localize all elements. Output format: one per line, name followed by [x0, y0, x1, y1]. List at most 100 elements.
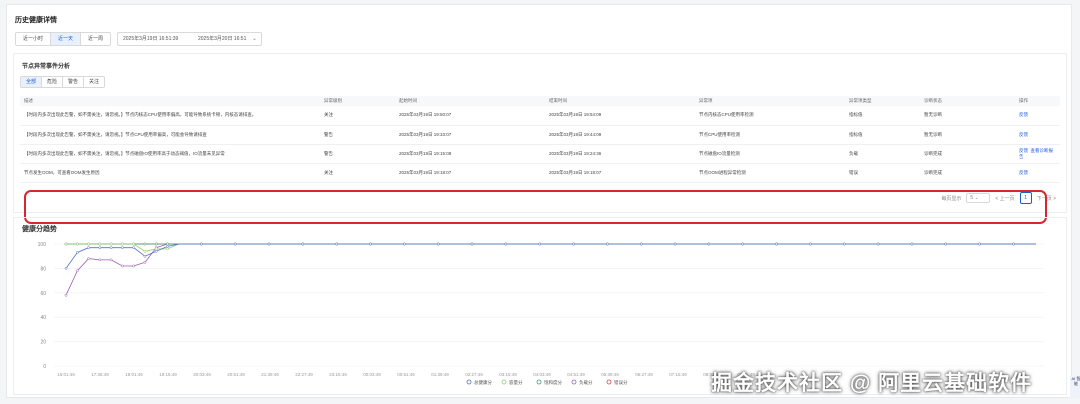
data-point: [842, 242, 846, 246]
data-point: [538, 242, 542, 246]
cell-status: 诊断完成: [920, 163, 1015, 183]
data-point: [436, 242, 440, 246]
data-point: [154, 247, 158, 251]
col-end: 结束时间: [545, 96, 695, 106]
feedback-link[interactable]: 反馈: [1019, 148, 1028, 153]
data-point: [143, 260, 147, 264]
data-point: [673, 242, 677, 246]
events-card: 节点异常事件分析 全部 危险 警告 关注 描述 异常级别 起始时间 结束时间 异…: [13, 53, 1067, 224]
data-point: [741, 242, 745, 246]
data-point: [978, 242, 981, 246]
data-point: [504, 242, 508, 246]
col-ops: 操作: [1015, 96, 1060, 106]
cell-type: 指标值: [845, 125, 920, 145]
data-point: [75, 242, 79, 246]
data-point: [369, 242, 372, 246]
y-tick-label: 80: [40, 266, 46, 272]
data-point: [109, 246, 113, 250]
cell-status: 诊断完成: [920, 144, 1015, 164]
x-tick-label: 22:27:49: [295, 372, 313, 377]
y-tick-label: 40: [40, 315, 46, 321]
data-point: [707, 242, 711, 246]
data-point: [335, 242, 339, 246]
data-point: [121, 246, 124, 250]
cell-end: 2025年03月19日 19:54:09: [545, 106, 695, 126]
y-tick-label: 20: [40, 340, 46, 346]
legend-marker: [466, 379, 472, 385]
data-point: [75, 251, 79, 254]
x-tick-label: 20:51:49: [227, 372, 245, 377]
x-tick-label: 03:15:49: [499, 372, 517, 377]
cell-status: 暂无诊断: [920, 106, 1015, 126]
tab-last-hour[interactable]: 近一小时: [16, 33, 52, 45]
filter-attention[interactable]: 关注: [84, 77, 105, 87]
table-row: 【时段内多次出现此告警，如不需关注，请忽视。】节点CPU使用率偏高，可能会导致请…: [20, 125, 1060, 145]
data-point: [75, 269, 79, 273]
y-tick-label: 100: [38, 242, 47, 248]
feedback-link[interactable]: 反馈: [1015, 106, 1060, 126]
cell-level: 关注: [320, 106, 395, 126]
legend-label: 错误分: [614, 379, 628, 386]
ai-assistant-badge[interactable]: AI 智能: [1070, 376, 1080, 398]
cell-start: 2025年03月19日 19:15:08: [395, 144, 545, 164]
data-point: [87, 246, 90, 250]
data-point: [109, 242, 113, 246]
cell-desc: 【时段内多次出现此告警，如不需关注，请忽视。】节点内核态CPU使用率偏高，可能导…: [20, 106, 320, 126]
x-tick-label: 21:39:49: [261, 372, 279, 377]
x-tick-label: 19:15:49: [159, 372, 177, 377]
data-point: [267, 242, 271, 246]
data-point: [87, 242, 90, 246]
legend-label: 饱和度分: [544, 379, 562, 386]
feedback-link[interactable]: 反馈: [1015, 125, 1060, 145]
feedback-link[interactable]: 反馈: [1015, 163, 1060, 183]
filter-all[interactable]: 全部: [21, 77, 43, 87]
data-point: [301, 242, 305, 246]
cell-start: 2025年03月19日 19:50:07: [395, 106, 545, 126]
date-end: 2025年3月20日 16:51: [198, 36, 247, 42]
data-point: [606, 242, 609, 246]
data-point: [98, 258, 102, 262]
table-row: 【时段内多次出现此告警，如不需关注，请忽视。】节点内核态CPU使用率偏高，可能导…: [20, 106, 1060, 126]
data-point: [87, 257, 90, 260]
data-point: [121, 242, 124, 246]
events-title: 节点异常事件分析: [22, 64, 71, 70]
data-point: [143, 254, 147, 258]
legend-marker: [501, 379, 507, 385]
data-point: [166, 242, 169, 246]
y-tick-label: 0: [43, 364, 46, 370]
data-point: [143, 242, 147, 246]
x-tick-label: 07:15:49: [669, 372, 687, 377]
y-tick-label: 60: [40, 291, 46, 297]
cell-start: 2025年03月19日 19:33:07: [395, 125, 545, 145]
series-line: [65, 243, 1036, 269]
cell-desc: 节点发生OOM，可查看OOM发生原因: [20, 163, 320, 183]
col-level: 异常级别: [320, 96, 395, 106]
filter-warning[interactable]: 警告: [63, 77, 85, 87]
data-point: [470, 242, 474, 246]
table-row: 【时段内多次出现此告警，如不需关注，请忽视。】节点磁盘IO使用率高于动态阈值，I…: [20, 144, 1060, 164]
watermark: 掘金技术社区 @ 阿里云基础软件: [711, 372, 1033, 395]
cell-item: 节点OOM进程异常检测: [695, 163, 845, 183]
legend-marker: [571, 379, 577, 385]
data-point: [944, 242, 948, 246]
cell-type: 负载: [845, 144, 920, 164]
filter-danger[interactable]: 危险: [42, 77, 64, 87]
data-point: [109, 258, 113, 262]
data-point: [233, 242, 237, 246]
data-point: [809, 242, 812, 246]
data-point: [132, 242, 136, 246]
tab-last-week[interactable]: 近一周: [81, 33, 111, 45]
series-line: [65, 243, 1036, 296]
table-header: 描述 异常级别 起始时间 结束时间 异常项 异常项类型 诊断状态 操作: [20, 96, 1060, 106]
legend-marker: [606, 379, 612, 385]
cell-level: 关注: [320, 163, 395, 183]
x-tick-label: 18:01:49: [125, 372, 143, 377]
cell-desc: 【时段内多次出现此告警，如不需关注，请忽视。】节点CPU使用率偏高，可能会导致请…: [20, 125, 320, 145]
cell-start: 2025年03月19日 19:18:07: [395, 163, 545, 183]
data-point: [1012, 242, 1015, 246]
date-range-picker[interactable]: 2025年3月19日 16:51:39 2025年3月20日 16:51 ⌄: [117, 32, 262, 46]
col-item: 异常项: [695, 96, 845, 106]
tab-last-day[interactable]: 近一天: [51, 33, 82, 45]
cell-level: 警告: [320, 144, 395, 164]
data-point: [775, 242, 778, 246]
